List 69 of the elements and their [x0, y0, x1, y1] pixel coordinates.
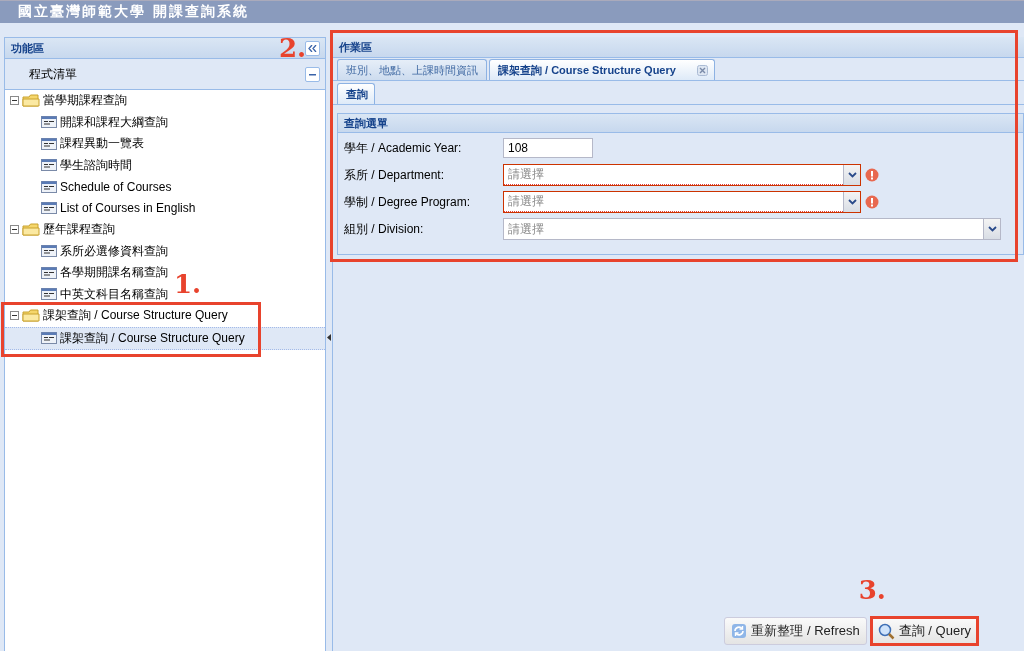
field-label: 學制 / Degree Program: [344, 193, 472, 211]
collapse-icon [308, 44, 317, 52]
field-label: 系所 / Department: [344, 166, 446, 184]
search-icon [877, 622, 895, 640]
annotation-number: 2. [279, 35, 307, 61]
annotation-number: 1. [174, 271, 202, 297]
tree-label: 各學期開課名稱查詢 [60, 264, 168, 282]
tree-item[interactable]: List of Courses in English [5, 197, 200, 219]
form-icon [41, 202, 57, 215]
form-icon [41, 266, 57, 279]
dropdown-field[interactable]: 請選擇 [503, 218, 1001, 240]
window-title: 國立臺灣師範大學 開課查詢系統 [18, 3, 249, 21]
form-icon [41, 245, 57, 258]
tree-item[interactable]: Schedule of Courses [5, 176, 176, 198]
form-icon [41, 137, 57, 150]
tree-item[interactable]: 課程異動一覽表 [5, 133, 148, 155]
tab[interactable]: 查詢 [337, 83, 375, 104]
tree-folder[interactable]: 課架查詢 / Course Structure Query [5, 305, 232, 327]
chevron-down-icon [847, 172, 857, 178]
field-label: 組別 / Division: [344, 220, 425, 238]
folder-icon [22, 309, 40, 323]
tree-label: 開課和課程大綱查詢 [60, 113, 168, 131]
field-label: 學年 / Academic Year: [344, 139, 463, 157]
refresh-button[interactable]: 重新整理 / Refresh [724, 617, 867, 645]
tab[interactable]: 課架查詢 / Course Structure Query [489, 59, 715, 80]
minus-icon [309, 72, 316, 76]
dropdown-field[interactable]: 請選擇 [503, 191, 861, 213]
input-field[interactable]: 108 [503, 138, 593, 158]
dropdown-field[interactable]: 請選擇 [503, 164, 861, 186]
tree-label: 學生諮詢時間 [60, 156, 132, 174]
tree-label: 當學期課程查詢 [43, 92, 127, 110]
form-title: 查詢選單 [344, 115, 388, 131]
tree-label: List of Courses in English [60, 201, 196, 216]
folder-icon [22, 94, 40, 108]
tree-folder[interactable]: 當學期課程查詢 [5, 90, 131, 112]
tree-item[interactable]: 開課和課程大綱查詢 [5, 111, 172, 133]
annotation-number: 3. [858, 577, 886, 603]
panel-title: 功能區 [11, 40, 44, 56]
tree-label: 課架查詢 / Course Structure Query [43, 307, 228, 325]
tree-label: 系所必選修資料查詢 [60, 242, 168, 260]
close-icon [697, 64, 708, 76]
refresh-icon [731, 623, 748, 639]
chevron-down-icon [987, 226, 997, 232]
tree-item[interactable]: 學生諮詢時間 [5, 154, 136, 176]
tab[interactable]: 班別、地點、上課時間資訊 [337, 59, 487, 80]
tree-label: 中英文科目名稱查詢 [60, 285, 168, 303]
tree-folder[interactable]: 歷年課程查詢 [5, 219, 119, 241]
form-icon [41, 116, 57, 129]
form-icon [41, 180, 57, 193]
error-icon [865, 195, 879, 209]
tree-label: Schedule of Courses [60, 179, 172, 194]
form-icon [41, 332, 57, 345]
list-title: 程式清單 [29, 65, 77, 83]
form-icon [41, 159, 57, 172]
form-icon [41, 288, 57, 301]
chevron-down-icon [847, 199, 857, 205]
tree-item[interactable]: 中英文科目名稱查詢 [5, 283, 172, 305]
error-icon [865, 168, 879, 182]
tree-label: 歷年課程查詢 [43, 221, 115, 239]
tree-label: 課程異動一覽表 [60, 135, 144, 153]
collapse-arrow-icon [327, 334, 331, 341]
panel-title: 作業區 [339, 39, 372, 55]
minimize-button[interactable] [305, 66, 320, 82]
tree-label: 課架查詢 / Course Structure Query [60, 329, 245, 347]
collapse-button[interactable] [305, 40, 320, 56]
tree-item[interactable]: 系所必選修資料查詢 [5, 240, 172, 262]
tree-item[interactable]: 課架查詢 / Course Structure Query [5, 326, 325, 350]
folder-icon [22, 223, 40, 237]
tree-item[interactable]: 各學期開課名稱查詢 [5, 262, 172, 284]
